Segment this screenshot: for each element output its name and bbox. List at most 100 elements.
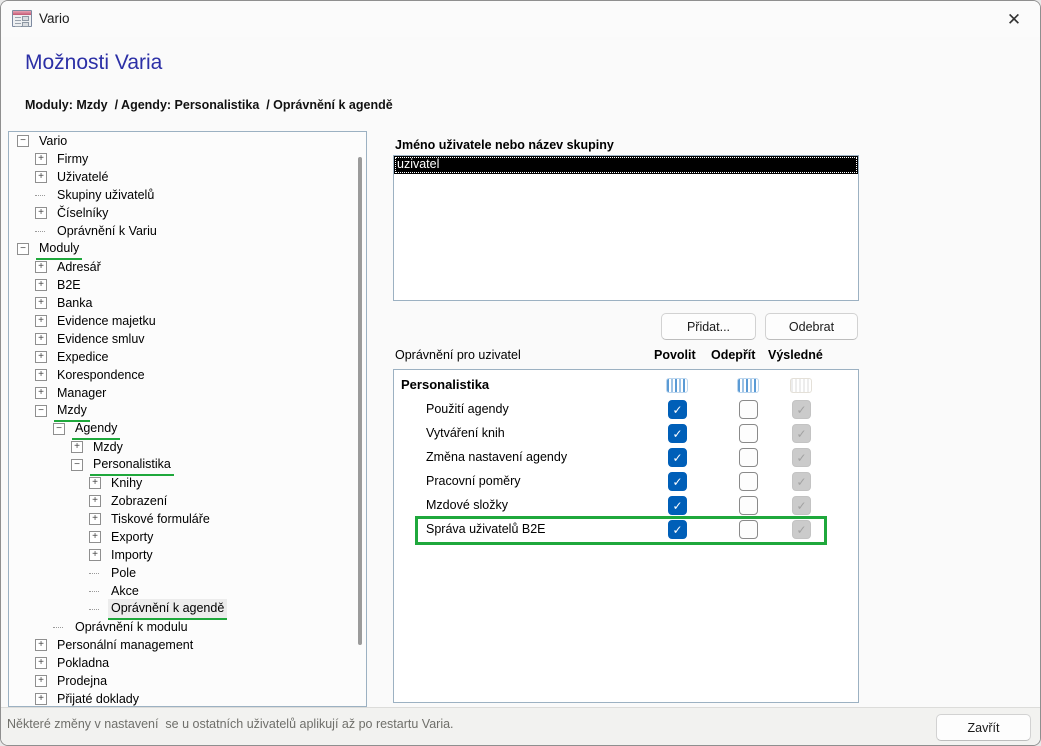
expand-icon[interactable]: + (35, 693, 47, 705)
stack-checkboxes-blue-icon[interactable] (737, 378, 759, 393)
tree-item-label[interactable]: Uživatelé (54, 168, 111, 187)
tree-item-label[interactable]: Číselníky (54, 204, 111, 223)
tree-item[interactable]: + Importy (9, 546, 366, 564)
expand-icon[interactable]: + (71, 441, 83, 453)
tree-item-label[interactable]: Vario (36, 132, 70, 151)
tree-item-label[interactable]: Expedice (54, 348, 111, 367)
tree-item-label[interactable]: Personalistika (90, 455, 174, 476)
expand-icon[interactable]: + (35, 171, 47, 183)
tree-item-label[interactable]: Prodejna (54, 672, 110, 691)
allow-checkbox[interactable]: ✓ (668, 400, 687, 419)
collapse-icon[interactable]: − (35, 405, 47, 417)
tree-item[interactable]: + B2E (9, 276, 366, 294)
tree-item[interactable]: Akce (9, 582, 366, 600)
allow-checkbox[interactable]: ✓ (668, 496, 687, 515)
tree-item[interactable]: + Banka (9, 294, 366, 312)
expand-icon[interactable]: + (35, 369, 47, 381)
tree-item-label[interactable]: B2E (54, 276, 84, 295)
tree-item[interactable]: −Vario (9, 132, 366, 150)
expand-icon[interactable]: + (35, 279, 47, 291)
tree-item-label[interactable]: Oprávnění k modulu (72, 618, 191, 637)
expand-icon[interactable]: + (89, 513, 101, 525)
tree-item[interactable]: + Exporty (9, 528, 366, 546)
tree-item-label[interactable]: Personální management (54, 636, 196, 655)
deny-checkbox[interactable] (739, 448, 758, 467)
tree-item[interactable]: Pole (9, 564, 366, 582)
tree-item[interactable]: + Tiskové formuláře (9, 510, 366, 528)
expand-icon[interactable]: + (35, 315, 47, 327)
user-list-item[interactable]: uzivatel (394, 156, 858, 174)
tree-scrollbar[interactable] (358, 157, 362, 645)
tree-item[interactable]: + Pokladna (9, 654, 366, 672)
tree-item-label[interactable]: Firmy (54, 150, 91, 169)
tree-item[interactable]: + Přijaté doklady (9, 690, 366, 707)
expand-icon[interactable]: + (89, 549, 101, 561)
collapse-icon[interactable]: − (53, 423, 65, 435)
tree-item[interactable]: + Evidence smluv (9, 330, 366, 348)
tree-item[interactable]: +Mzdy (9, 438, 366, 456)
stack-checkboxes-gray-icon[interactable] (790, 378, 812, 393)
tree-item[interactable]: −Agendy (9, 420, 366, 438)
tree-item[interactable]: + Knihy (9, 474, 366, 492)
expand-icon[interactable]: + (35, 333, 47, 345)
tree-item-label[interactable]: Skupiny uživatelů (54, 186, 157, 205)
deny-checkbox[interactable] (739, 496, 758, 515)
stack-checkboxes-blue-icon[interactable] (666, 378, 688, 393)
deny-checkbox[interactable] (739, 400, 758, 419)
expand-icon[interactable]: + (35, 153, 47, 165)
tree-item[interactable]: +Zobrazení (9, 492, 366, 510)
tree-item-label[interactable]: Tiskové formuláře (108, 510, 213, 529)
tree-item-label[interactable]: Agendy (72, 419, 120, 440)
tree-item[interactable]: Oprávnění k Variu (9, 222, 366, 240)
expand-icon[interactable]: + (35, 297, 47, 309)
tree-item-label[interactable]: Exporty (108, 528, 156, 547)
tree-item[interactable]: Oprávnění k modulu (9, 618, 366, 636)
tree-item-label[interactable]: Importy (108, 546, 156, 565)
tree-item-label[interactable]: Knihy (108, 474, 145, 493)
tree-item-label[interactable]: Moduly (36, 239, 82, 260)
expand-icon[interactable]: + (89, 477, 101, 489)
expand-icon[interactable]: + (35, 639, 47, 651)
collapse-icon[interactable]: − (17, 243, 29, 255)
expand-icon[interactable]: + (35, 657, 47, 669)
allow-checkbox[interactable]: ✓ (668, 520, 687, 539)
tree-item[interactable]: Oprávnění k agendě (9, 600, 366, 618)
tree-item-label[interactable]: Banka (54, 294, 95, 313)
collapse-icon[interactable]: − (17, 135, 29, 147)
tree-item-label[interactable]: Přijaté doklady (54, 690, 142, 708)
tree-item[interactable]: + Korespondence (9, 366, 366, 384)
tree-item-label[interactable]: Evidence majetku (54, 312, 159, 331)
deny-checkbox[interactable] (739, 520, 758, 539)
tree-item-label[interactable]: Evidence smluv (54, 330, 148, 349)
tree-item[interactable]: −Mzdy (9, 402, 366, 420)
tree-item[interactable]: Skupiny uživatelů (9, 186, 366, 204)
tree-item-label[interactable]: Adresář (54, 258, 104, 277)
tree-item-label[interactable]: Korespondence (54, 366, 148, 385)
expand-icon[interactable]: + (89, 531, 101, 543)
close-icon[interactable]: ✕ (1002, 8, 1026, 32)
remove-user-button[interactable]: Odebrat (765, 313, 858, 340)
collapse-icon[interactable]: − (71, 459, 83, 471)
expand-icon[interactable]: + (35, 351, 47, 363)
tree-item[interactable]: + Adresář (9, 258, 366, 276)
tree-item-label[interactable]: Pole (108, 564, 139, 583)
expand-icon[interactable]: + (89, 495, 101, 507)
tree-item[interactable]: + Evidence majetku (9, 312, 366, 330)
tree-item[interactable]: + Firmy (9, 150, 366, 168)
expand-icon[interactable]: + (35, 261, 47, 273)
expand-icon[interactable]: + (35, 675, 47, 687)
expand-icon[interactable]: + (35, 387, 47, 399)
tree-item[interactable]: + Číselníky (9, 204, 366, 222)
tree-item[interactable]: −Personalistika (9, 456, 366, 474)
add-user-button[interactable]: Přidat... (661, 313, 756, 340)
tree-item[interactable]: + Uživatelé (9, 168, 366, 186)
deny-checkbox[interactable] (739, 424, 758, 443)
tree-item[interactable]: + Personální management (9, 636, 366, 654)
tree-item-label[interactable]: Pokladna (54, 654, 112, 673)
expand-icon[interactable]: + (35, 207, 47, 219)
allow-checkbox[interactable]: ✓ (668, 472, 687, 491)
close-dialog-button[interactable]: Zavřít (936, 714, 1031, 741)
tree-item[interactable]: + Expedice (9, 348, 366, 366)
users-listbox[interactable]: uzivatel (393, 155, 859, 301)
tree-item[interactable]: + Prodejna (9, 672, 366, 690)
